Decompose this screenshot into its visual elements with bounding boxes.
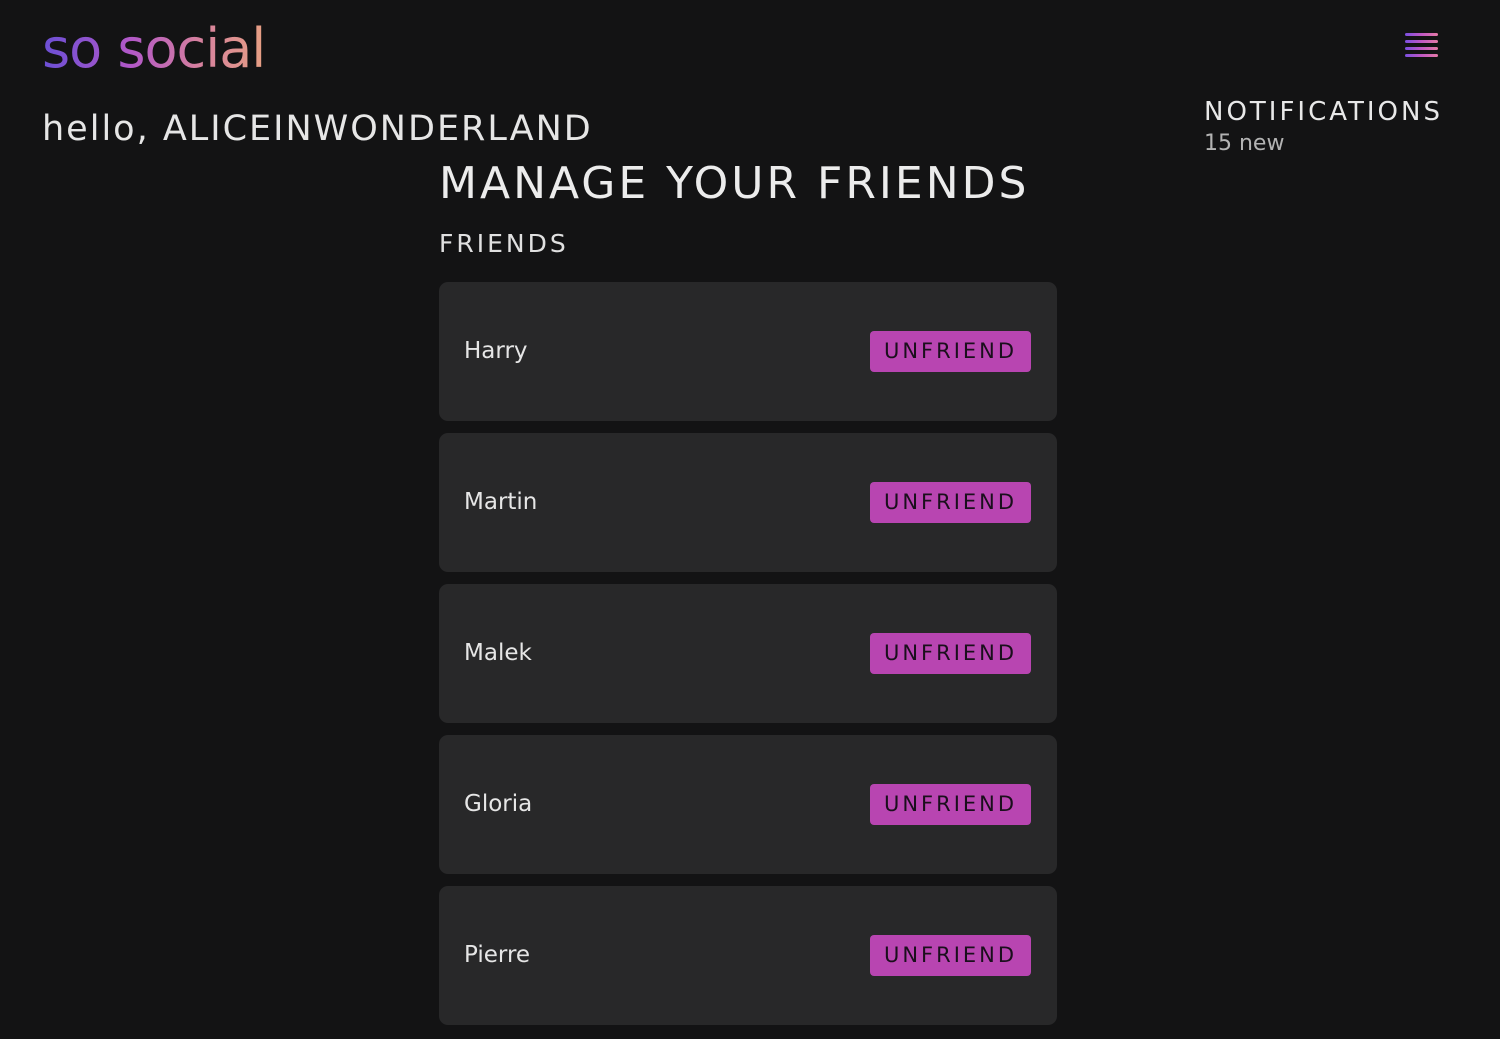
notifications-count: 15 new: [1204, 131, 1285, 156]
menu-bar: [1405, 33, 1438, 36]
friend-name: Malek: [464, 640, 532, 666]
friend-name: Harry: [464, 338, 528, 364]
friend-card: Harry UNFRIEND: [439, 282, 1057, 421]
notifications-panel: NOTIFICATIONS 15 new: [1204, 94, 1484, 158]
unfriend-button[interactable]: UNFRIEND: [870, 633, 1031, 674]
menu-bar: [1405, 54, 1438, 57]
friend-name: Martin: [464, 489, 538, 515]
friend-card: Gloria UNFRIEND: [439, 735, 1057, 874]
app-logo[interactable]: so social: [42, 14, 266, 84]
unfriend-button[interactable]: UNFRIEND: [870, 482, 1031, 523]
unfriend-button[interactable]: UNFRIEND: [870, 331, 1031, 372]
friend-card: Malek UNFRIEND: [439, 584, 1057, 723]
notifications-link[interactable]: NOTIFICATIONS: [1204, 94, 1484, 130]
hamburger-menu-icon[interactable]: [1403, 30, 1441, 60]
friend-card: Pierre UNFRIEND: [439, 886, 1057, 1025]
friend-name: Gloria: [464, 791, 533, 817]
friend-card: Martin UNFRIEND: [439, 433, 1057, 572]
menu-bar: [1405, 40, 1438, 43]
unfriend-button[interactable]: UNFRIEND: [870, 784, 1031, 825]
main-content: MANAGE YOUR FRIENDS FRIENDS Harry UNFRIE…: [439, 154, 1057, 1037]
unfriend-button[interactable]: UNFRIEND: [870, 935, 1031, 976]
page-title: MANAGE YOUR FRIENDS: [439, 158, 1030, 209]
page: so social hello, ALICEINWONDERLAND NOTIF…: [0, 0, 1500, 1039]
section-title: FRIENDS: [439, 229, 569, 258]
menu-bar: [1405, 47, 1438, 50]
friend-list: Harry UNFRIEND Martin UNFRIEND Malek UNF…: [439, 282, 1057, 1025]
user-greeting: hello, ALICEINWONDERLAND: [42, 109, 593, 149]
friend-name: Pierre: [464, 942, 531, 968]
